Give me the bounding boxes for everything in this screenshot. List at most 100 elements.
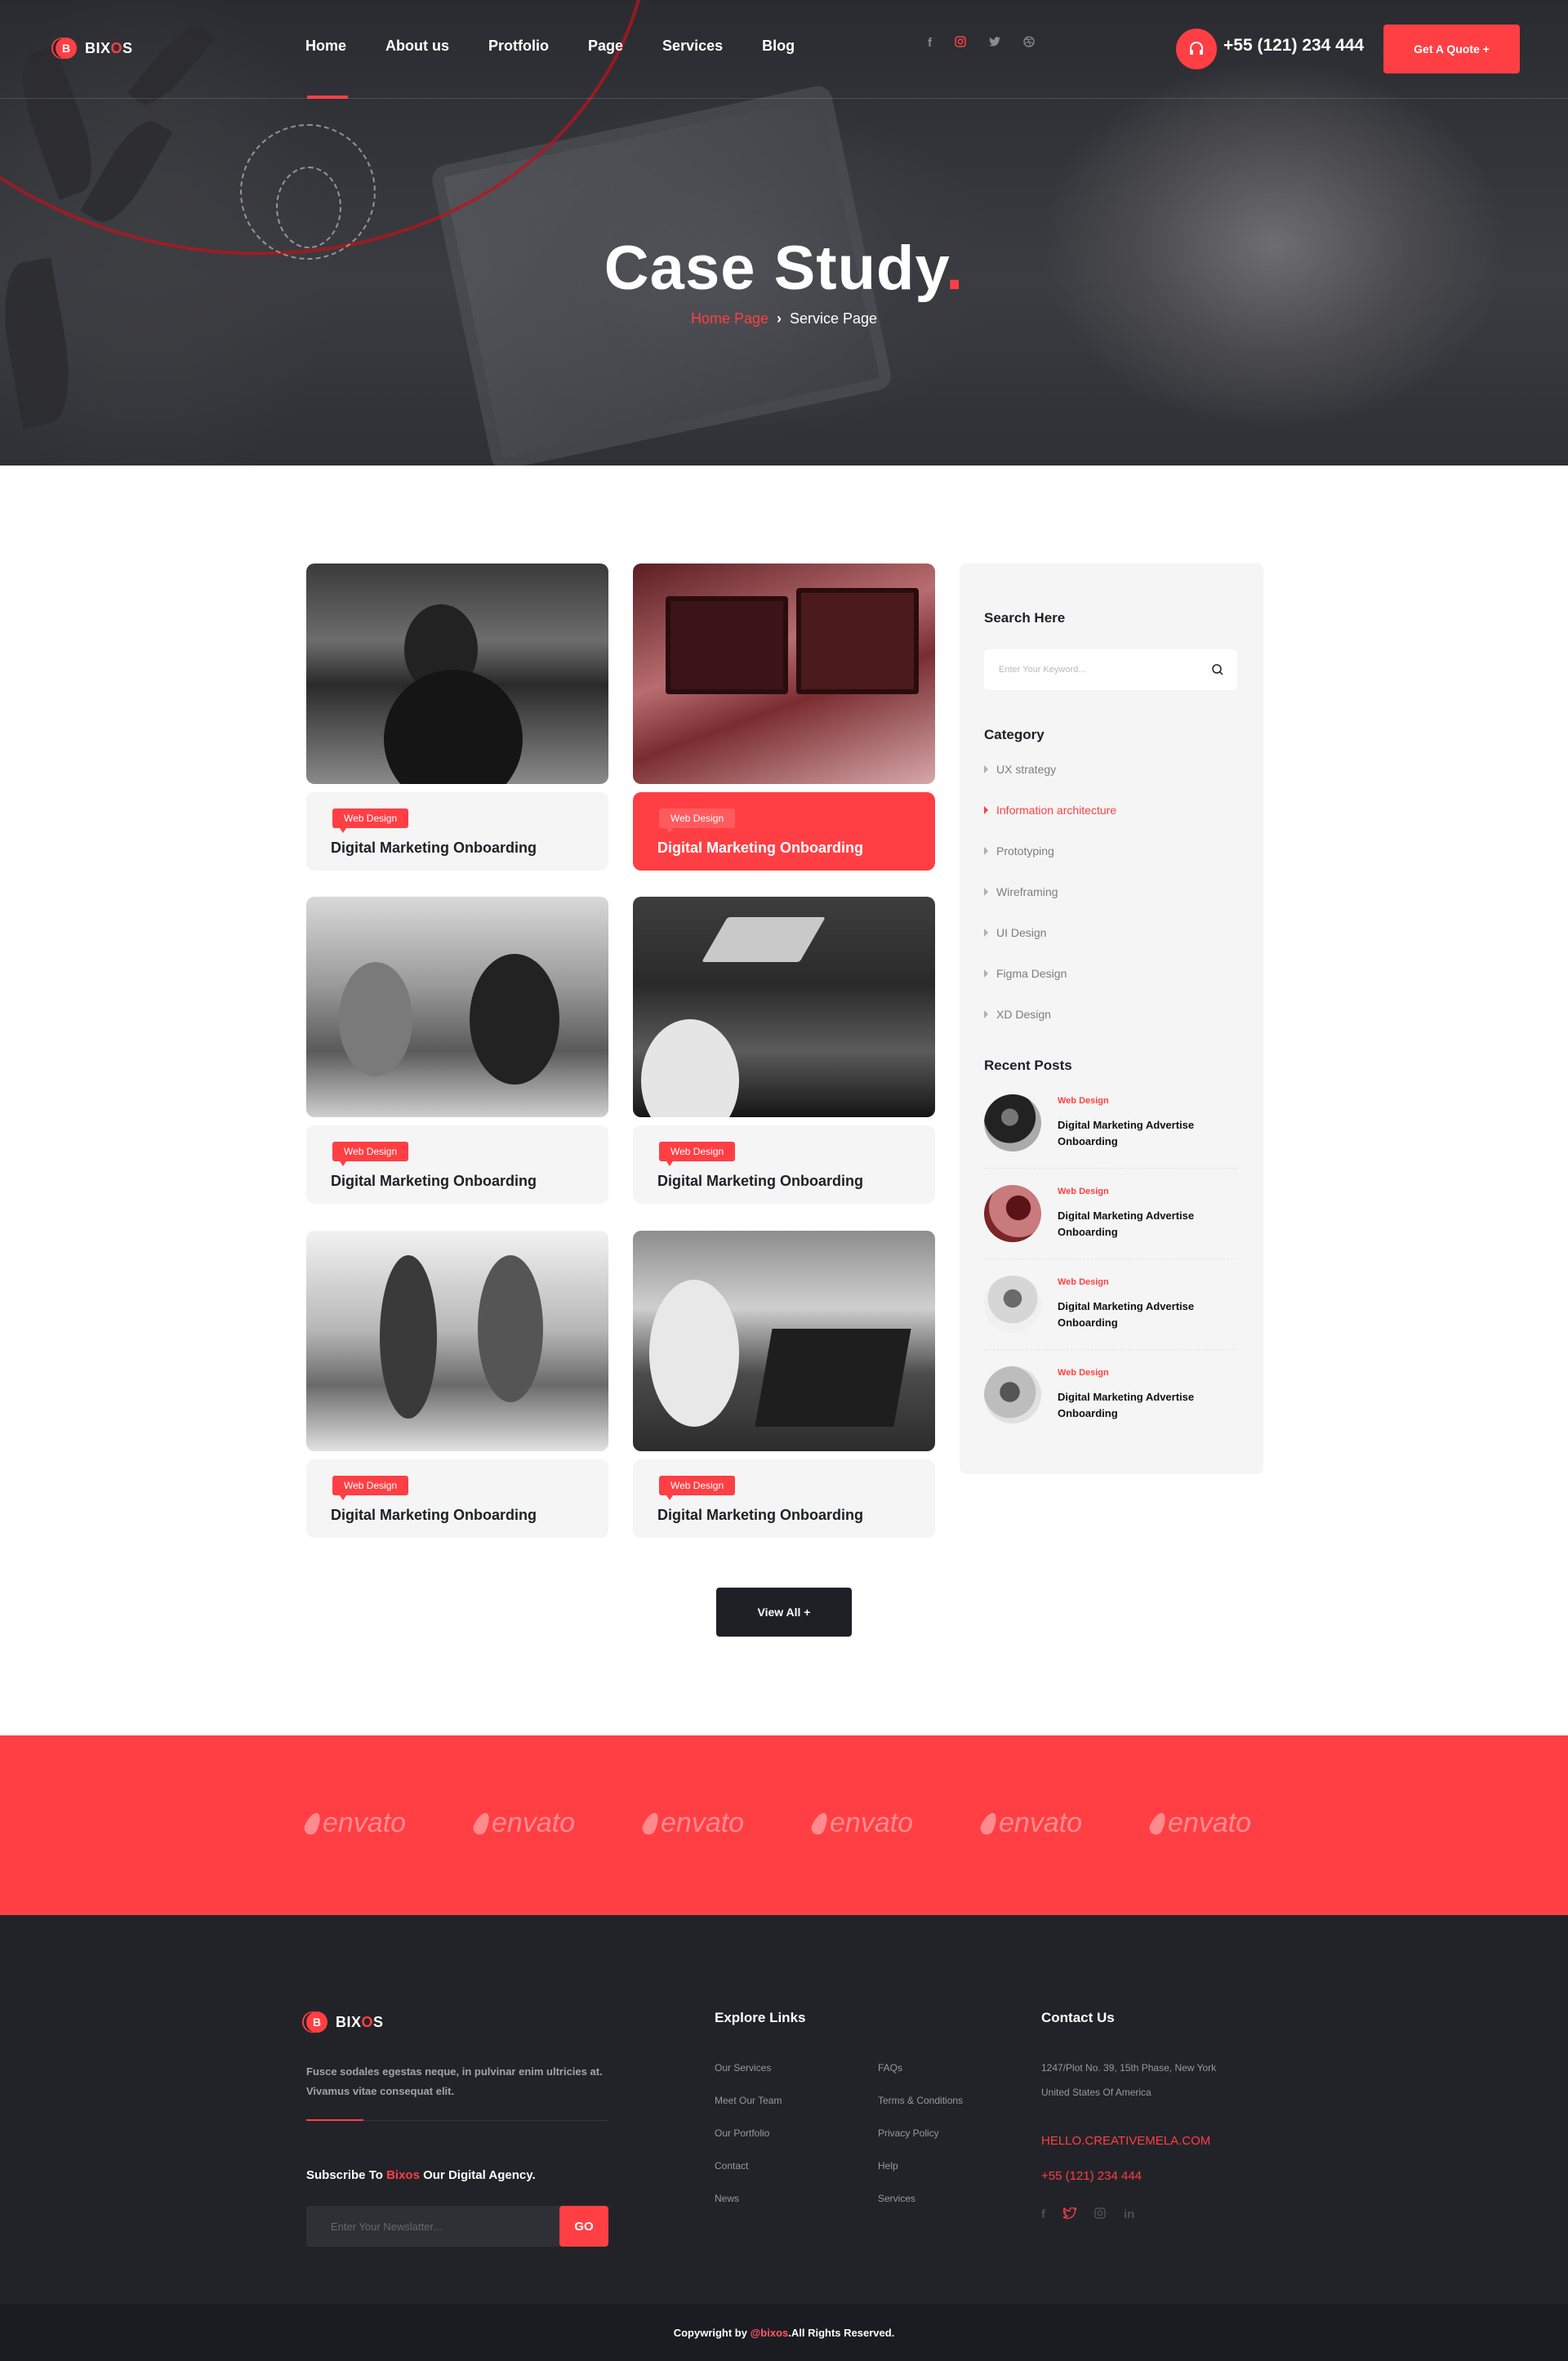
instagram-icon[interactable] xyxy=(955,36,966,51)
address-line: 1247/Plot No. 39, 15th Phase, New York xyxy=(1041,2062,1217,2074)
footer-link[interactable]: Privacy Policy xyxy=(878,2127,939,2139)
category-item[interactable]: UX strategy xyxy=(984,763,1056,776)
nav-blog[interactable]: Blog xyxy=(762,38,795,55)
category-item[interactable]: Wireframing xyxy=(984,885,1058,898)
logo-mark-icon: B xyxy=(56,38,77,59)
address-line: United States Of America xyxy=(1041,2087,1152,2098)
brand-logo[interactable]: envato xyxy=(808,1807,913,1839)
twitter-icon[interactable] xyxy=(1062,2207,1078,2222)
case-card[interactable]: Web Design Digital Marketing Onboarding xyxy=(306,1231,608,1538)
case-image xyxy=(306,1231,608,1451)
caret-right-icon xyxy=(984,806,988,814)
brand-logo[interactable]: envato xyxy=(978,1807,1082,1839)
case-card[interactable]: Web Design Digital Marketing Onboarding xyxy=(633,564,935,871)
post-tag: Web Design xyxy=(1058,1368,1109,1378)
post-title[interactable]: Digital Marketing Advertise Onboarding xyxy=(1058,1389,1229,1422)
case-title[interactable]: Digital Marketing Onboarding xyxy=(331,1507,537,1524)
search-icon[interactable] xyxy=(1211,663,1224,676)
brand-logo[interactable]: envato xyxy=(470,1807,575,1839)
category-item[interactable]: UI Design xyxy=(984,926,1046,939)
newsletter-go-button[interactable]: GO xyxy=(559,2206,608,2247)
recent-posts-heading: Recent Posts xyxy=(984,1058,1072,1073)
facebook-icon[interactable]: f xyxy=(928,36,932,51)
dribbble-icon[interactable] xyxy=(1023,36,1035,51)
post-title[interactable]: Digital Marketing Advertise Onboarding xyxy=(1058,1117,1229,1150)
case-title[interactable]: Digital Marketing Onboarding xyxy=(331,1173,537,1190)
case-card[interactable]: Web Design Digital Marketing Onboarding xyxy=(306,564,608,871)
nav-home[interactable]: Home xyxy=(305,38,346,55)
case-card[interactable]: Web Design Digital Marketing Onboarding xyxy=(633,1231,935,1538)
post-tag: Web Design xyxy=(1058,1277,1109,1287)
nav-services[interactable]: Services xyxy=(662,38,723,55)
view-all-button[interactable]: View All + xyxy=(716,1588,852,1637)
footer-link[interactable]: Our Services xyxy=(715,2062,771,2074)
header-phone[interactable]: +55 (121) 234 444 xyxy=(1223,36,1364,56)
case-card[interactable]: Web Design Digital Marketing Onboarding xyxy=(633,897,935,1204)
footer-link[interactable]: Help xyxy=(878,2160,898,2172)
brand-logo[interactable]: envato xyxy=(301,1807,406,1839)
post-tag: Web Design xyxy=(1058,1096,1109,1106)
footer-divider xyxy=(306,2119,608,2121)
case-title[interactable]: Digital Marketing Onboarding xyxy=(657,1507,863,1524)
logo-mark-icon: B xyxy=(306,2011,327,2033)
nav-page[interactable]: Page xyxy=(588,38,623,55)
active-nav-indicator xyxy=(307,96,348,99)
breadcrumb: Home Page › Service Page xyxy=(0,310,1568,327)
contact-phone[interactable]: +55 (121) 234 444 xyxy=(1041,2169,1142,2183)
facebook-icon[interactable]: f xyxy=(1041,2207,1045,2222)
footer: B BIXOS Fusce sodales egestas neque, in … xyxy=(0,1915,1568,2304)
caret-right-icon xyxy=(984,969,988,978)
instagram-icon[interactable] xyxy=(1094,2207,1106,2222)
footer-link[interactable]: Terms & Conditions xyxy=(878,2095,963,2106)
footer-link[interactable]: Our Portfolio xyxy=(715,2127,769,2139)
envato-leaf-icon xyxy=(1147,1810,1169,1837)
contact-email[interactable]: HELLO.CREATIVEMELA.COM xyxy=(1041,2134,1210,2148)
post-title[interactable]: Digital Marketing Advertise Onboarding xyxy=(1058,1299,1229,1331)
brand-logo[interactable]: envato xyxy=(1147,1807,1251,1839)
post-thumbnail xyxy=(984,1094,1041,1152)
footer-link[interactable]: News xyxy=(715,2193,739,2204)
category-item[interactable]: XD Design xyxy=(984,1008,1051,1021)
recent-post[interactable]: Web Design Digital Marketing Advertise O… xyxy=(984,1185,1237,1276)
recent-post[interactable]: Web Design Digital Marketing Advertise O… xyxy=(984,1094,1237,1185)
footer-link[interactable]: Contact xyxy=(715,2160,748,2172)
footer-link[interactable]: Services xyxy=(878,2193,915,2204)
footer-link[interactable]: FAQs xyxy=(878,2062,902,2074)
category-item[interactable]: Prototyping xyxy=(984,844,1054,858)
category-item[interactable]: Figma Design xyxy=(984,967,1067,980)
case-title[interactable]: Digital Marketing Onboarding xyxy=(657,840,863,857)
logo-text: BIXOS xyxy=(85,39,133,56)
case-card[interactable]: Web Design Digital Marketing Onboarding xyxy=(306,897,608,1204)
twitter-icon[interactable] xyxy=(989,36,1000,51)
caret-right-icon xyxy=(984,847,988,855)
linkedin-icon[interactable]: in xyxy=(1124,2207,1134,2222)
recent-post[interactable]: Web Design Digital Marketing Advertise O… xyxy=(984,1276,1237,1366)
copyright-handle-link[interactable]: @bixos xyxy=(751,2327,789,2339)
caret-right-icon xyxy=(984,929,988,937)
copyright-bar: Copywright by @bixos .All Rights Reserved… xyxy=(0,2304,1568,2361)
envato-leaf-icon xyxy=(470,1810,493,1837)
footer-logo[interactable]: B BIXOS xyxy=(306,2011,384,2033)
search-heading: Search Here xyxy=(984,610,1066,626)
logo[interactable]: B BIXOS xyxy=(56,38,133,59)
get-quote-button[interactable]: Get A Quote + xyxy=(1383,25,1520,74)
chevron-right-icon: › xyxy=(777,310,782,327)
newsletter-input[interactable] xyxy=(331,2206,559,2247)
case-image xyxy=(306,897,608,1117)
newsletter-form: GO xyxy=(306,2206,608,2247)
brand-logo[interactable]: envato xyxy=(639,1807,744,1839)
recent-post[interactable]: Web Design Digital Marketing Advertise O… xyxy=(984,1366,1237,1457)
category-item[interactable]: Information architecture xyxy=(984,804,1116,817)
post-title[interactable]: Digital Marketing Advertise Onboarding xyxy=(1058,1208,1229,1241)
nav-portfolio[interactable]: Protfolio xyxy=(488,38,549,55)
post-divider xyxy=(984,1168,1237,1169)
case-image xyxy=(306,564,608,784)
post-thumbnail xyxy=(984,1185,1041,1242)
case-title[interactable]: Digital Marketing Onboarding xyxy=(657,1173,863,1190)
breadcrumb-home[interactable]: Home Page xyxy=(691,310,768,327)
case-title[interactable]: Digital Marketing Onboarding xyxy=(331,840,537,857)
nav-about[interactable]: About us xyxy=(385,38,449,55)
search-input[interactable] xyxy=(999,649,1195,690)
footer-link[interactable]: Meet Our Team xyxy=(715,2095,782,2106)
hero-banner: B BIXOS Home About us Protfolio Page Ser… xyxy=(0,0,1568,466)
